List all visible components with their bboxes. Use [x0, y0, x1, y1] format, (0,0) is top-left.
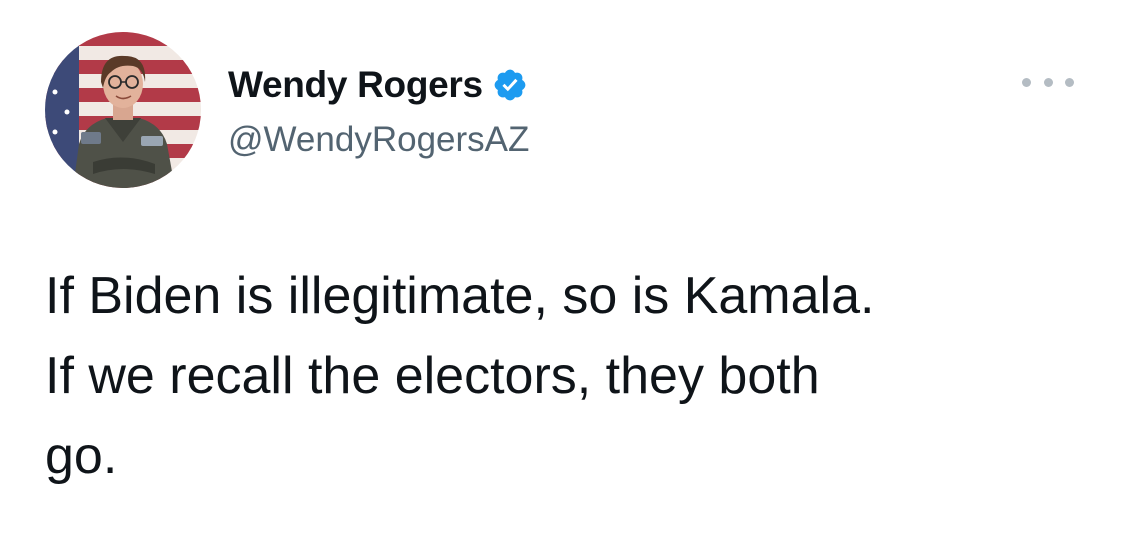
tweet-card: Wendy Rogers @WendyRogersAZ If Biden is …	[0, 0, 1124, 551]
tweet-text-line: go.	[45, 427, 118, 485]
profile-photo	[45, 32, 201, 188]
more-dot	[1065, 77, 1074, 87]
tweet-text: If Biden is illegitimate, so is Kamala. …	[45, 256, 1085, 496]
verified-badge-icon	[492, 67, 528, 103]
author-name-row: Wendy Rogers	[228, 62, 528, 108]
author-avatar[interactable]	[45, 32, 201, 188]
more-dot	[1022, 77, 1031, 87]
tweet-text-line: If we recall the electors, they both	[45, 347, 820, 405]
tweet-text-line: If Biden is illegitimate, so is Kamala.	[45, 267, 875, 325]
more-dot	[1043, 77, 1053, 87]
author-handle[interactable]: @WendyRogersAZ	[228, 118, 529, 162]
author-display-name[interactable]: Wendy Rogers	[228, 62, 483, 108]
more-options-icon[interactable]	[1022, 68, 1074, 96]
